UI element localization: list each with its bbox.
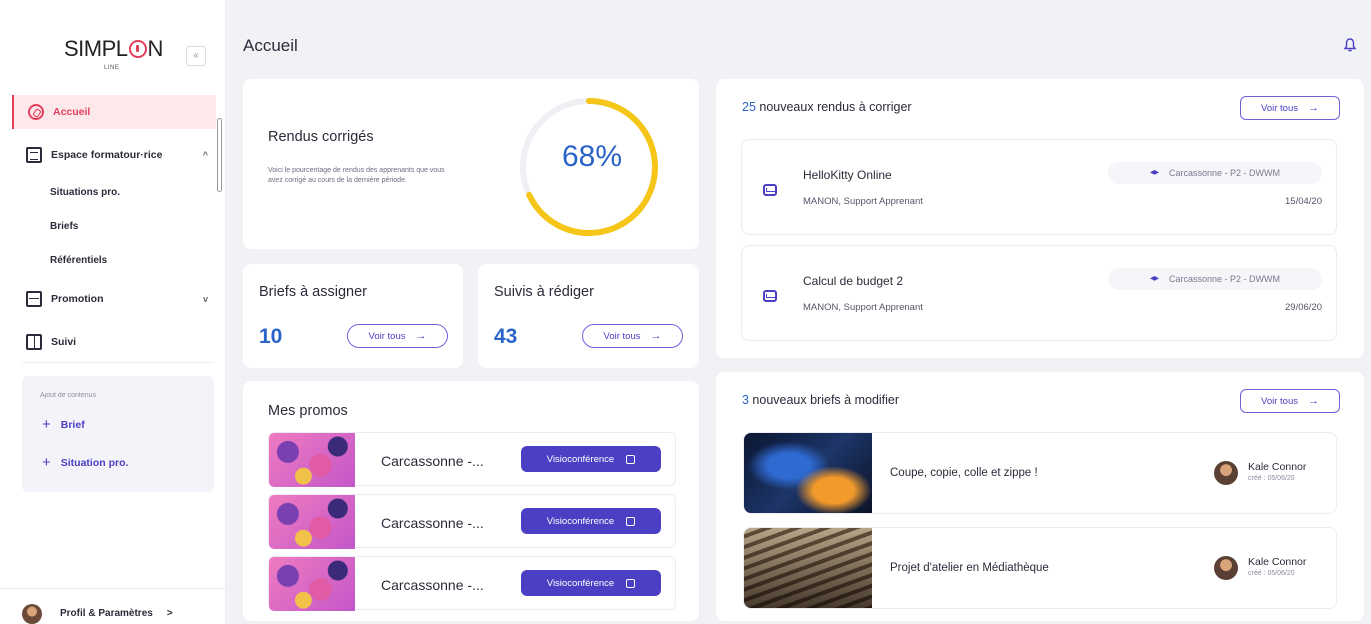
profile-settings-link[interactable]: Profil & Paramètres > [0, 588, 226, 624]
mail-icon [763, 184, 777, 196]
rendus-count: 25 [742, 100, 756, 114]
arrow-right-icon: → [650, 330, 662, 342]
mail-icon [763, 290, 777, 302]
promo-name: Carcassonne -... [381, 577, 484, 593]
arrow-right-icon: → [415, 330, 427, 342]
rendu-author: MANON, Support Apprenant [803, 196, 923, 207]
brief-date: créé : 05/06/20 [1248, 570, 1295, 577]
rendus-heading: 25 nouveaux rendus à corriger [742, 100, 912, 114]
sidebar-item-espace-formateur[interactable]: Espace formatour·rice ^ [12, 138, 216, 172]
sidebar-item-accueil[interactable]: Accueil [12, 95, 216, 129]
brief-title: Projet d'atelier en Médiathèque [890, 562, 1049, 574]
add-content-title: Ajout de contenus [40, 392, 97, 399]
brief-date: créé : 05/06/20 [1248, 475, 1295, 482]
briefs-count: 3 [742, 393, 749, 407]
graduation-cap-icon [1149, 276, 1159, 281]
sidebar-item-label: Espace formatour·rice [51, 149, 163, 161]
bell-icon[interactable] [1344, 38, 1356, 52]
sidebar-sub-briefs[interactable]: Briefs [50, 221, 78, 232]
add-content-box: Ajout de contenus + Brief + Situation pr… [22, 376, 214, 492]
rendus-voir-tous-button[interactable]: Voir tous → [1240, 96, 1340, 120]
rendu-title: Calcul de budget 2 [803, 274, 904, 288]
promo-name: Carcassonne -... [381, 453, 484, 469]
page-title: Accueil [243, 36, 298, 55]
brief-thumbnail [744, 433, 872, 513]
briefs-assigner-card: Briefs à assigner 10 Voir tous → [243, 264, 463, 368]
chevron-right-icon: > [166, 608, 173, 619]
plus-icon: + [42, 454, 51, 471]
promo-thumbnail [269, 557, 355, 611]
promo-row[interactable]: Carcassonne -... Visioconférence [268, 494, 676, 549]
promo-thumbnail [269, 495, 355, 549]
rendu-author: MANON, Support Apprenant [803, 302, 923, 313]
visio-button[interactable]: Visioconférence [521, 570, 661, 596]
graduation-cap-icon [1149, 170, 1159, 175]
suivis-rediger-card: Suivis à rédiger 43 Voir tous → [478, 264, 699, 368]
promo-thumbnail [269, 433, 355, 487]
brief-title: Coupe, copie, colle et zippe ! [890, 467, 1038, 479]
external-link-icon [626, 516, 636, 526]
add-brief-button[interactable]: + Brief [42, 416, 85, 433]
briefs-voir-tous-button[interactable]: Voir tous → [1240, 389, 1340, 413]
sidebar-item-label: Accueil [53, 106, 91, 118]
suivi-icon [26, 334, 42, 350]
suivis-voir-tous-button[interactable]: Voir tous → [582, 324, 683, 348]
sidebar-sub-referentiels[interactable]: Référentiels [50, 255, 107, 266]
external-link-icon [626, 578, 636, 588]
sidebar-item-label: Promotion [51, 293, 104, 305]
promo-row[interactable]: Carcassonne -... Visioconférence [268, 556, 676, 611]
rendu-item[interactable]: HelloKitty Online MANON, Support Apprena… [741, 139, 1337, 235]
promotion-icon [26, 291, 42, 307]
sidebar-item-promotion[interactable]: Promotion v [12, 282, 216, 316]
rendu-date: 29/06/20 [1285, 302, 1322, 313]
suivis-rediger-count: 43 [494, 325, 518, 348]
external-link-icon [626, 454, 636, 464]
rendus-corriges-percent: 68% [561, 140, 623, 173]
sidebar-scrollbar[interactable] [217, 118, 222, 192]
chevron-up-icon: ^ [202, 150, 208, 160]
divider [22, 362, 214, 363]
brief-item[interactable]: Projet d'atelier en Médiathèque Kale Con… [743, 527, 1337, 609]
add-situation-button[interactable]: + Situation pro. [42, 454, 128, 471]
sidebar-item-suivi[interactable]: Suivi [12, 325, 216, 359]
brief-thumbnail [744, 528, 872, 608]
logo-o-icon [128, 40, 147, 58]
brief-item[interactable]: Coupe, copie, colle et zippe ! Kale Conn… [743, 432, 1337, 514]
avatar [1214, 556, 1238, 580]
rendu-item[interactable]: Calcul de budget 2 MANON, Support Appren… [741, 245, 1337, 341]
brand-subtitle: LINE [104, 65, 120, 71]
promo-tag: Carcassonne - P2 - DWWM [1108, 162, 1322, 184]
brand-logo[interactable]: SIMPL N [64, 36, 163, 62]
sidebar-sub-situations[interactable]: Situations pro. [50, 187, 120, 198]
avatar [1214, 461, 1238, 485]
chevron-down-icon: v [202, 294, 208, 304]
briefs-voir-tous-button[interactable]: Voir tous → [347, 324, 448, 348]
plus-icon: + [42, 416, 51, 433]
sidebar: SIMPL N LINE « Accueil Espace formatour·r… [0, 0, 226, 624]
promo-tag: Carcassonne - P2 - DWWM [1108, 268, 1322, 290]
briefs-assigner-title: Briefs à assigner [259, 284, 367, 300]
rendus-corriges-description: Voici le pourcentage de rendus des appre… [268, 167, 445, 184]
arrow-right-icon: → [1307, 102, 1319, 114]
sidebar-item-label: Suivi [51, 336, 77, 348]
promo-row[interactable]: Carcassonne -... Visioconférence [268, 432, 676, 487]
arrow-right-icon: → [1307, 395, 1319, 407]
rendu-title: HelloKitty Online [803, 168, 892, 182]
visio-button[interactable]: Visioconférence [521, 446, 661, 472]
briefs-heading: 3 nouveaux briefs à modifier [742, 393, 900, 407]
suivis-rediger-title: Suivis à rédiger [494, 284, 594, 300]
rendu-date: 15/04/20 [1285, 196, 1322, 207]
rendus-corriges-title: Rendus corrigés [268, 129, 374, 145]
brief-author: Kale Connor [1248, 556, 1307, 568]
mes-promos-title: Mes promos [268, 403, 348, 419]
briefs-assigner-count: 10 [259, 325, 283, 348]
visio-button[interactable]: Visioconférence [521, 508, 661, 534]
brief-author: Kale Connor [1248, 461, 1307, 473]
document-icon [26, 147, 42, 163]
promo-name: Carcassonne -... [381, 515, 484, 531]
compass-icon [28, 104, 44, 120]
collapse-sidebar-button[interactable]: « [186, 46, 206, 66]
avatar [22, 603, 42, 624]
